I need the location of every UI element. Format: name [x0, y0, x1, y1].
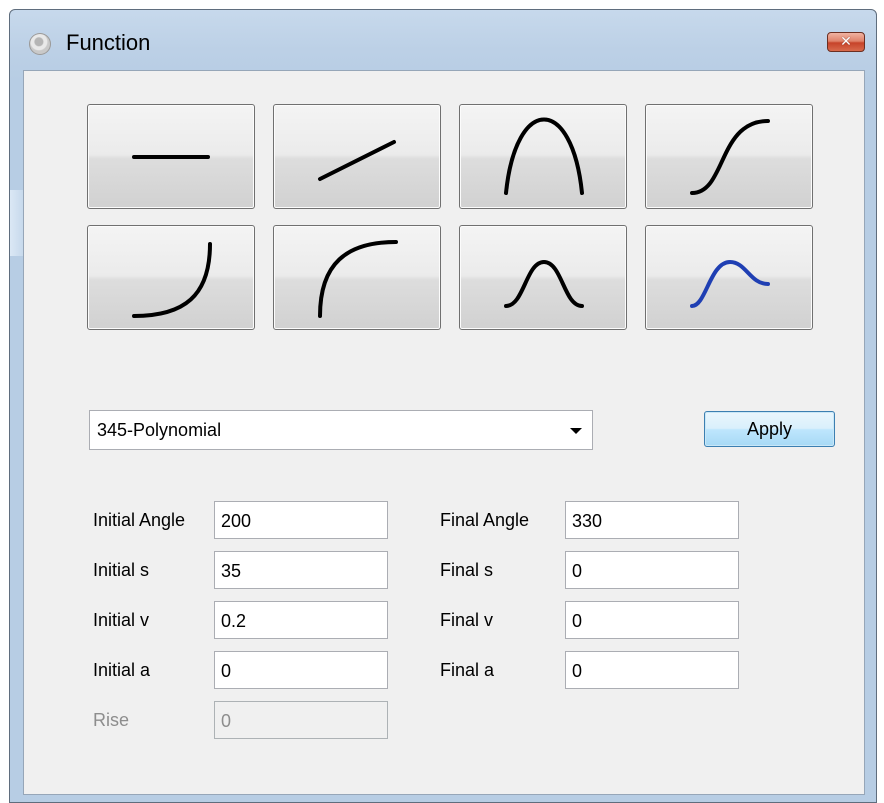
final-a-input[interactable]: 0	[565, 651, 739, 689]
linear-function-button[interactable]	[273, 104, 441, 209]
function-dropdown-value: 345-Polynomial	[97, 420, 222, 440]
parabola-curve-icon	[504, 117, 584, 195]
window-title: Function	[66, 30, 151, 55]
concave-down-function-button[interactable]	[273, 225, 441, 330]
polynomial-bell-curve-icon	[690, 259, 770, 308]
app-icon	[29, 33, 51, 55]
window-frame-highlight	[10, 190, 23, 256]
initial-a-label: Initial a	[93, 660, 151, 680]
parabola-function-button[interactable]	[459, 104, 627, 209]
dialog-body: 345-Polynomial Apply Initial Angle 200 I…	[23, 70, 865, 795]
initial-s-input[interactable]: 35	[214, 551, 388, 589]
function-dropdown[interactable]: 345-Polynomial	[89, 410, 593, 450]
initial-a-input[interactable]: 0	[214, 651, 388, 689]
final-s-input[interactable]: 0	[565, 551, 739, 589]
concave-up-function-button[interactable]	[87, 225, 255, 330]
linear-curve-icon	[318, 140, 396, 181]
concave-up-curve-icon	[132, 242, 212, 318]
final-angle-input[interactable]: 330	[565, 501, 739, 539]
initial-angle-label: Initial Angle	[93, 510, 186, 530]
final-v-label: Final v	[440, 610, 494, 630]
function-window: Function ✕ 345-Polynomial Apply Initial …	[9, 9, 877, 803]
rise-label: Rise	[93, 710, 130, 730]
initial-s-label: Initial s	[93, 560, 150, 580]
apply-button[interactable]: Apply	[704, 411, 835, 447]
initial-v-label: Initial v	[93, 610, 150, 630]
s-curve-function-button[interactable]	[645, 104, 813, 209]
s-curve-icon	[690, 119, 770, 195]
constant-function-button[interactable]	[87, 104, 255, 209]
chevron-down-icon[interactable]	[570, 428, 582, 434]
final-v-input[interactable]: 0	[565, 601, 739, 639]
bell-curve-icon	[504, 259, 584, 308]
rise-input: 0	[214, 701, 388, 739]
polynomial-bell-function-button[interactable]	[645, 225, 813, 330]
initial-v-input[interactable]: 0.2	[214, 601, 388, 639]
final-s-label: Final s	[440, 560, 494, 580]
bell-function-button[interactable]	[459, 225, 627, 330]
title-bar[interactable]: Function ✕	[10, 10, 876, 70]
concave-down-curve-icon	[318, 240, 398, 318]
close-button[interactable]: ✕	[827, 32, 865, 52]
close-icon: ✕	[840, 34, 852, 50]
final-angle-label: Final Angle	[440, 510, 530, 530]
final-a-label: Final a	[440, 660, 495, 680]
constant-curve-icon	[132, 155, 210, 159]
initial-angle-input[interactable]: 200	[214, 501, 388, 539]
